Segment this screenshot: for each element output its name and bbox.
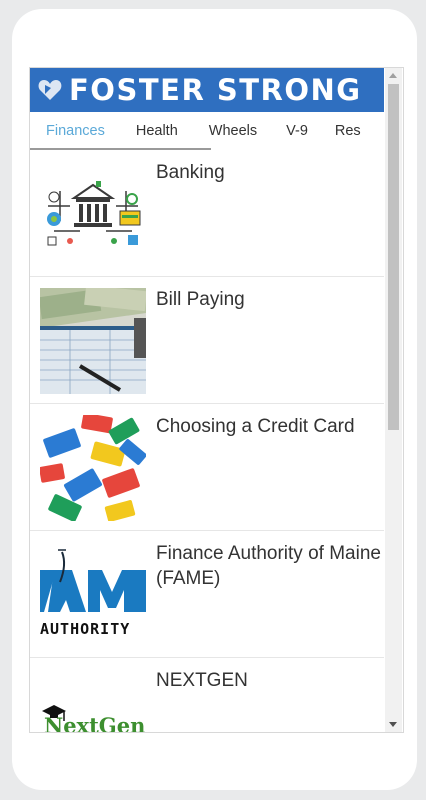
list-item[interactable]: Bill Paying [30,276,384,403]
item-title-fame: Finance Authority of Maine (FAME) [156,543,381,589]
item-title-banking: Banking [156,162,225,183]
scroll-down-arrow-icon[interactable] [389,722,397,727]
tab-health[interactable]: Health [136,123,178,150]
item-title-bill-paying: Bill Paying [156,289,245,310]
scroll-up-arrow-icon[interactable] [389,73,397,78]
app-banner: FOSTER STRONG [30,68,384,112]
tab-bar: Finances Health Wheels V-9 Res [30,112,384,150]
item-title-credit-card: Choosing a Credit Card [156,416,355,437]
list-item[interactable]: NextGen NEXTGEN [30,657,384,733]
nextgen-logo-image: NextGen [40,669,146,733]
tab-resources[interactable]: Res [335,123,361,150]
scrollbar[interactable] [385,68,402,732]
bills-photo-image [40,288,146,394]
fame-logo-subtext: AUTHORITY [40,620,131,638]
app-screen: FOSTER STRONG Finances Health Wheels V-9… [29,67,404,733]
list-item[interactable]: Choosing a Credit Card [30,403,384,530]
nextgen-logo-text: NextGen [44,713,146,733]
credit-cards-photo-image [40,415,146,521]
tab-wheels[interactable]: Wheels [209,123,257,150]
topic-list: Banking Bill Paying Choosing a Credit Ca… [30,150,384,733]
bank-illustration-image [40,161,146,267]
fame-logo-image: AUTHORITY [40,542,146,648]
list-item[interactable]: Banking [30,150,384,276]
tab-finances[interactable]: Finances [46,123,105,150]
tab-v9[interactable]: V-9 [286,123,308,150]
scroll-thumb[interactable] [388,84,399,430]
item-title-nextgen: NEXTGEN [156,670,248,691]
heart-icon [38,80,62,100]
list-item[interactable]: AUTHORITY Finance Authority of Maine (FA… [30,530,384,657]
app-title: FOSTER STRONG [69,73,362,107]
